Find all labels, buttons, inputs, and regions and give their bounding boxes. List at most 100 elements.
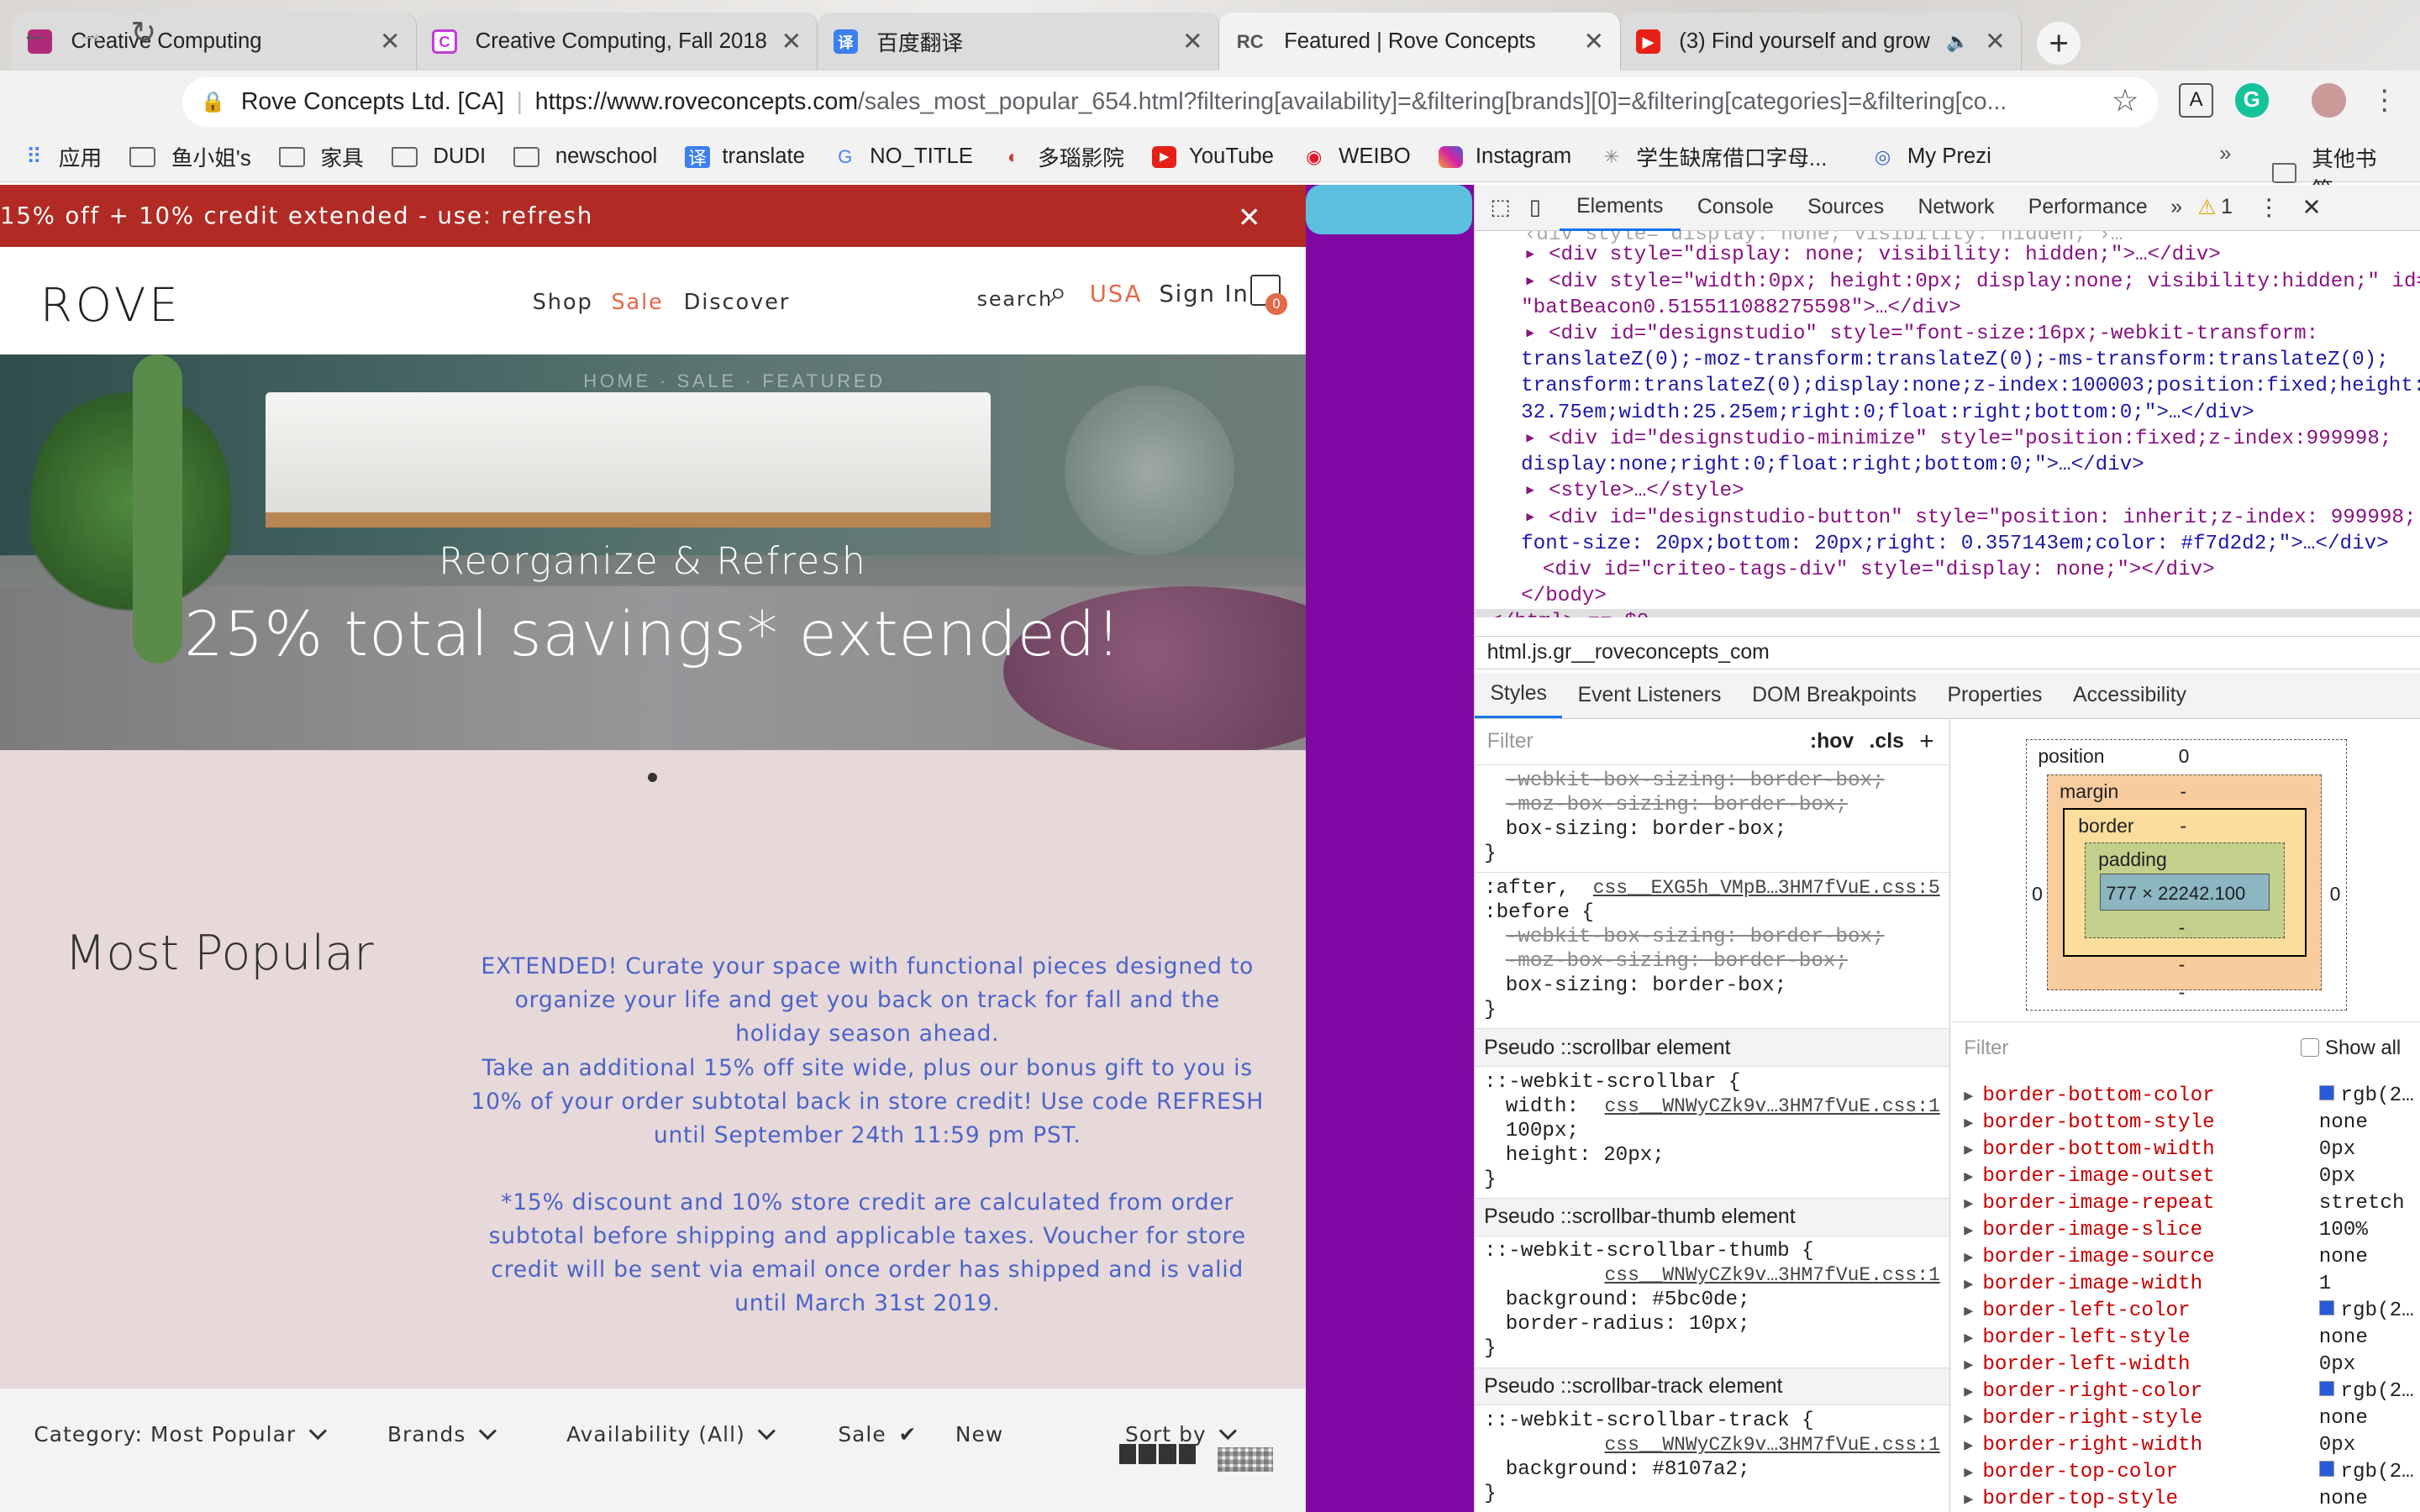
bookmark-link[interactable]: ◐ 多瑙影院 <box>1001 141 1124 172</box>
reload-icon[interactable]: ↻ <box>124 13 164 53</box>
dom-line[interactable]: </body> <box>1521 583 1607 609</box>
bookmark-link[interactable]: ◎ My Prezi <box>1870 144 1991 169</box>
computed-property[interactable]: ▶ border-bottom-width <box>1964 1137 2214 1164</box>
dom-line[interactable]: ▸ <div id="designstudio-minimize" style=… <box>1524 426 2392 452</box>
bookmark-link[interactable]: ✳ 学生缺席借口字母... <box>1599 141 1828 172</box>
region-selector[interactable]: USA <box>1090 281 1143 307</box>
bookmark-folder[interactable]: 鱼小姐's <box>129 141 251 172</box>
dom-line-selected[interactable]: …</html> == $0 <box>1475 609 2420 617</box>
profile-avatar[interactable] <box>2312 83 2346 118</box>
grammarly-icon[interactable]: G <box>2234 83 2269 118</box>
dom-line[interactable]: transform:translateZ(0);display:none;z-i… <box>1521 373 2420 399</box>
bookmark-link[interactable]: ▶ YouTube <box>1151 144 1274 169</box>
bookmark-folder[interactable]: 家具 <box>278 141 364 172</box>
tab-console[interactable]: Console <box>1681 185 1791 231</box>
browser-tab-active[interactable]: RC Featured | Rove Concepts ✕ <box>1218 12 1621 71</box>
star-bookmark-icon[interactable]: ☆ <box>2108 83 2142 118</box>
sign-in-link[interactable]: Sign In <box>1159 281 1249 307</box>
bookmarks-overflow-icon[interactable]: » <box>2219 142 2231 166</box>
close-tab-icon[interactable]: ✕ <box>1182 27 1203 56</box>
tab-network[interactable]: Network <box>1901 185 2011 231</box>
bookmark-apps[interactable]: ⠿ 应用 <box>22 141 102 172</box>
computed-property[interactable]: ▶ border-top-color <box>1964 1459 2178 1487</box>
dom-line[interactable]: ▸ <div id="designstudio-button" style="p… <box>1524 505 2417 531</box>
grid-8-view-icon[interactable] <box>1218 1446 1274 1473</box>
computed-property[interactable]: ▶ border-image-source <box>1964 1244 2214 1272</box>
tab-properties[interactable]: Properties <box>1932 672 2058 718</box>
extension-a-icon[interactable]: A <box>2179 83 2213 118</box>
bookmark-link[interactable]: G NO_TITLE <box>833 144 973 169</box>
computed-property[interactable]: ▶ border-top-style <box>1964 1486 2178 1512</box>
close-tab-icon[interactable]: ✕ <box>380 27 401 56</box>
warning-icon[interactable]: ⚠ <box>2197 195 2216 220</box>
dom-line[interactable]: font-size: 20px;bottom: 20px;right: 0.35… <box>1521 531 2389 557</box>
bookmark-link[interactable]: Instagram <box>1438 144 1571 169</box>
new-filter[interactable]: New <box>955 1422 1003 1446</box>
menu-kebab-icon[interactable]: ⋮ <box>2367 83 2401 117</box>
dom-line[interactable]: ▸ <div style="display: none; visibility:… <box>1524 242 2221 268</box>
rove-logo[interactable]: ROVE <box>40 278 182 332</box>
nav-discover[interactable]: Discover <box>684 290 790 315</box>
close-icon[interactable]: ✕ <box>1238 201 1263 234</box>
computed-property[interactable]: ▶ border-image-width <box>1964 1271 2202 1299</box>
add-rule-icon[interactable]: + <box>1919 729 1933 753</box>
hov-toggle[interactable]: :hov <box>1810 729 1854 753</box>
brands-filter[interactable]: Brands <box>387 1422 497 1446</box>
close-tab-icon[interactable]: ✕ <box>1985 27 2006 56</box>
source-link[interactable]: css__WNWyCZk9v…3HM7fVuE.css:1 <box>1605 1433 1940 1457</box>
close-tab-icon[interactable]: ✕ <box>781 27 802 56</box>
cls-toggle[interactable]: .cls <box>1870 729 1904 753</box>
computed-property[interactable]: ▶ border-image-slice <box>1964 1217 2202 1245</box>
tab-styles[interactable]: Styles <box>1475 672 1563 719</box>
dom-line[interactable]: display:none;right:0;float:right;bottom:… <box>1521 452 2144 478</box>
source-link[interactable]: css__WNWyCZk9v…3HM7fVuE.css:1 <box>1605 1263 1940 1288</box>
search-icon[interactable]: ⌕ <box>1050 275 1067 311</box>
computed-property[interactable]: ▶ border-right-width <box>1964 1432 2202 1460</box>
computed-property[interactable]: ▶ border-image-repeat <box>1964 1190 2214 1218</box>
computed-property[interactable]: ▶ border-right-color <box>1964 1378 2202 1406</box>
audio-icon[interactable]: 🔈 <box>1946 31 1969 53</box>
dom-line[interactable]: 32.75em;width:25.25em;right:0;float:righ… <box>1521 400 2254 426</box>
browser-tab[interactable]: ▶ (3) Find yourself and grow 🔈 ✕ <box>1620 12 2023 71</box>
bookmark-link[interactable]: ◉ WEIBO <box>1302 144 1411 169</box>
dom-line[interactable]: ▸ <div id="designstudio" style="font-siz… <box>1524 321 2318 347</box>
hero-banner[interactable]: HOME · SALE · FEATURED Reorganize & Refr… <box>0 354 1306 750</box>
new-tab-button[interactable]: + <box>2037 21 2081 66</box>
scrollbar-thumb[interactable] <box>1305 185 1473 235</box>
close-devtools-icon[interactable]: ✕ <box>2302 194 2322 221</box>
dom-line[interactable]: "batBeacon0.515511088275598">…</div> <box>1521 295 1961 321</box>
nav-shop[interactable]: Shop <box>533 290 593 315</box>
computed-property[interactable]: ▶ border-right-style <box>1964 1405 2202 1433</box>
device-toggle-icon[interactable]: ▯ <box>1529 195 1541 220</box>
tab-performance[interactable]: Performance <box>2012 185 2165 231</box>
tab-dom-breakpoints[interactable]: DOM Breakpoints <box>1737 672 1932 718</box>
tab-accessibility[interactable]: Accessibility <box>2058 672 2202 718</box>
scrollbar-track[interactable] <box>1305 185 1476 1512</box>
dom-line[interactable]: ▸ <style>…</style> <box>1524 478 1744 504</box>
dom-line[interactable]: translateZ(0);-moz-transform:translateZ(… <box>1521 347 2389 373</box>
dom-breadcrumb[interactable]: html.js.gr__roveconcepts_com <box>1475 635 2420 670</box>
close-tab-icon[interactable]: ✕ <box>1584 27 1605 56</box>
source-link[interactable]: css__WNWyCZk9v…3HM7fVuE.css:1 <box>1605 1095 1940 1119</box>
sort-by[interactable]: Sort by <box>1125 1422 1237 1446</box>
address-bar[interactable]: 🔒 Rove Concepts Ltd. [CA] | https://www.… <box>182 76 2158 127</box>
more-tabs-icon[interactable]: » <box>2170 196 2182 219</box>
bookmark-folder[interactable]: newschool <box>513 144 657 169</box>
forward-icon[interactable]: → <box>71 13 111 53</box>
back-icon[interactable]: ← <box>15 13 55 53</box>
tab-sources[interactable]: Sources <box>1791 185 1901 231</box>
browser-tab[interactable]: C Creative Computing, Fall 2018 ✕ <box>416 12 818 71</box>
nav-sale[interactable]: Sale <box>611 290 663 315</box>
carousel-dot[interactable] <box>648 773 658 783</box>
dom-line[interactable]: ▸ <div style="width:0px; height:0px; dis… <box>1524 269 2420 295</box>
computed-property[interactable]: ▶ border-left-style <box>1964 1325 2190 1352</box>
dom-line[interactable]: <div id="criteo-tags-div" style="display… <box>1543 557 2215 583</box>
computed-property[interactable]: ▶ border-left-color <box>1964 1298 2190 1326</box>
dom-tree[interactable]: ‹div style="display: none; visibility: h… <box>1475 231 2420 617</box>
computed-property[interactable]: ▶ border-image-outset <box>1964 1163 2214 1191</box>
computed-property[interactable]: ▶ border-bottom-style <box>1964 1110 2214 1137</box>
devtools-menu-icon[interactable]: ⋮ <box>2257 194 2281 221</box>
computed-property[interactable]: ▶ border-left-width <box>1964 1352 2190 1379</box>
availability-filter[interactable]: Availability (All) <box>566 1422 776 1446</box>
sale-filter[interactable]: Sale ✔ <box>838 1422 917 1446</box>
